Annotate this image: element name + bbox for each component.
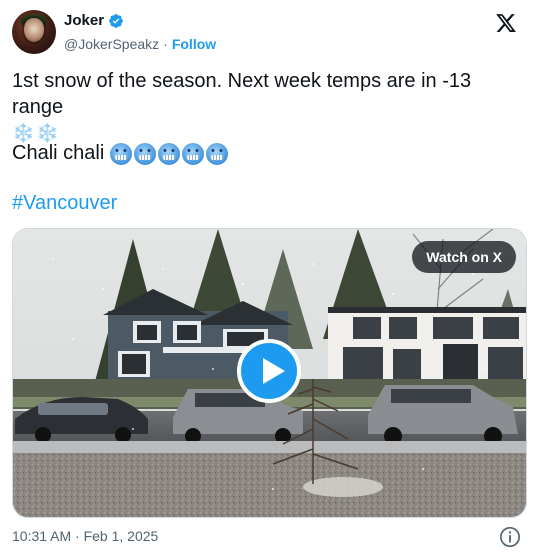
name-row: Joker — [64, 12, 124, 29]
tweet-line-1: 1st snow of the season. Next week temps … — [12, 68, 521, 120]
separator-dot: · — [163, 36, 168, 52]
follow-button[interactable]: Follow — [172, 36, 216, 52]
freezing-face-icon — [110, 142, 133, 165]
tweet-text: 1st snow of the season. Next week temps … — [12, 68, 521, 146]
handle-row: @JokerSpeakz · Follow — [64, 36, 216, 52]
tweet-footer: 10:31 AM · Feb 1, 2025 — [12, 526, 521, 548]
handle[interactable]: @JokerSpeakz — [64, 36, 159, 52]
freezing-face-icon — [206, 142, 229, 165]
verified-badge-icon — [108, 13, 124, 29]
tweet-line-2: Chali chali — [12, 142, 229, 165]
avatar[interactable] — [12, 10, 56, 54]
tweet-line-1-text: 1st snow of the season. Next week temps … — [12, 70, 472, 118]
snowflake-icon: ❄️❄️ — [12, 123, 61, 143]
freezing-face-icon — [158, 142, 181, 165]
freezing-face-icon — [134, 142, 157, 165]
info-icon[interactable] — [499, 526, 521, 548]
hashtag-link[interactable]: #Vancouver — [12, 192, 117, 215]
avatar-face — [24, 18, 44, 42]
watch-on-x-button[interactable]: Watch on X — [412, 241, 516, 273]
timestamp[interactable]: 10:31 AM · Feb 1, 2025 — [12, 528, 158, 544]
tweet-card: Joker @JokerSpeakz · Follow 1st snow of … — [0, 0, 533, 556]
video-media[interactable]: Watch on X — [12, 228, 527, 518]
freezing-face-row — [110, 142, 229, 165]
x-logo-icon[interactable] — [495, 12, 517, 34]
play-icon[interactable] — [237, 339, 301, 403]
display-name[interactable]: Joker — [64, 12, 104, 29]
tweet-line-2-text: Chali chali — [12, 142, 105, 164]
tweet-header: Joker @JokerSpeakz · Follow — [12, 10, 523, 58]
freezing-face-icon — [182, 142, 205, 165]
